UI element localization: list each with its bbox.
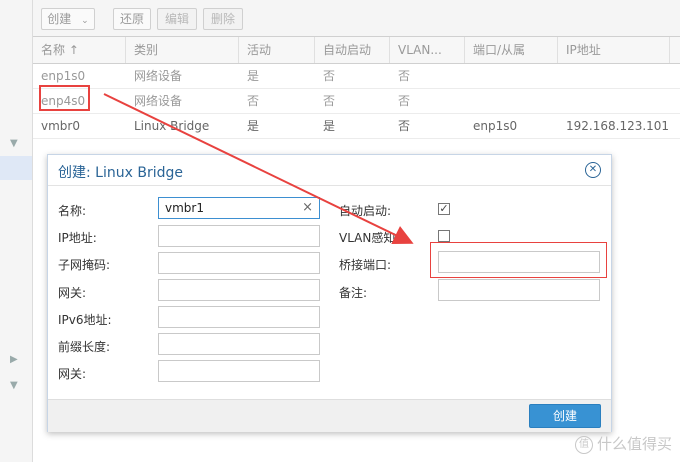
ipv6-field[interactable] bbox=[158, 306, 320, 328]
column-header-ip[interactable]: IP地址 bbox=[558, 37, 670, 63]
row-ports: enp1s0 bbox=[473, 119, 518, 133]
subnet-field[interactable] bbox=[158, 252, 320, 274]
chevron-down-icon: ⌄ bbox=[81, 16, 89, 26]
comment-label: 备注: bbox=[339, 286, 368, 300]
table-row[interactable]: enp4s0 网络设备 否 否 否 bbox=[33, 89, 680, 114]
delete-button[interactable]: 删除 bbox=[203, 8, 243, 30]
create-label: 创建 bbox=[47, 12, 72, 26]
row-active: 否 bbox=[247, 94, 260, 108]
create-linux-bridge-dialog: 创建: Linux Bridge ✕ 名称: vmbr1 × IP地址: 子网掩… bbox=[47, 154, 612, 432]
highlight-box-bridge-ports bbox=[430, 242, 607, 278]
watermark-text: 什么值得买 bbox=[596, 435, 672, 453]
row-autostart: 否 bbox=[323, 69, 336, 83]
prefix-field[interactable] bbox=[158, 333, 320, 355]
column-header-ports[interactable]: 端口/从属 bbox=[465, 37, 558, 63]
gateway6-field[interactable] bbox=[158, 360, 320, 382]
close-icon[interactable]: ✕ bbox=[585, 162, 601, 178]
row-ip: 192.168.123.101 bbox=[566, 119, 670, 133]
row-type: 网络设备 bbox=[134, 94, 183, 108]
highlight-box-enp4s0 bbox=[39, 85, 90, 111]
gateway-field[interactable] bbox=[158, 279, 320, 301]
ipv6-label: IPv6地址: bbox=[58, 313, 112, 327]
row-vlan: 否 bbox=[398, 94, 411, 108]
chevron-right-icon[interactable]: ▶ bbox=[10, 354, 18, 365]
grid-header: 名称 ↑ 类别 活动 自动启动 VLAN... 端口/从属 IP地址 bbox=[33, 37, 680, 64]
vlan-aware-label: VLAN感知: bbox=[339, 231, 400, 245]
revert-button[interactable]: 还原 bbox=[113, 8, 151, 30]
chevron-down-icon[interactable]: ▼ bbox=[10, 138, 18, 149]
dialog-footer: 创建 bbox=[48, 399, 611, 432]
prefix-label: 前缀长度: bbox=[58, 340, 111, 354]
row-type: 网络设备 bbox=[134, 69, 183, 83]
toolbar: 创建 ⌄ 还原 编辑 删除 bbox=[33, 0, 680, 37]
clear-icon[interactable]: × bbox=[302, 198, 313, 218]
ip-field[interactable] bbox=[158, 225, 320, 247]
gateway6-label: 网关: bbox=[58, 367, 87, 381]
watermark-icon: 值 bbox=[574, 435, 593, 454]
create-dropdown-button[interactable]: 创建 ⌄ bbox=[41, 8, 95, 30]
table-row[interactable]: enp1s0 网络设备 是 否 否 bbox=[33, 64, 680, 89]
name-label: 名称: bbox=[58, 204, 87, 218]
row-vlan: 否 bbox=[398, 119, 411, 133]
column-header-name[interactable]: 名称 ↑ bbox=[33, 37, 126, 63]
vlan-aware-checkbox[interactable] bbox=[438, 230, 450, 242]
sidebar-selected-item[interactable] bbox=[0, 156, 32, 180]
dialog-title: 创建: Linux Bridge bbox=[58, 165, 183, 181]
autostart-checkbox[interactable]: ✓ bbox=[438, 203, 450, 215]
chevron-down-icon[interactable]: ▼ bbox=[10, 380, 18, 391]
gateway-label: 网关: bbox=[58, 286, 87, 300]
name-field[interactable]: vmbr1 × bbox=[158, 197, 320, 219]
row-autostart: 否 bbox=[323, 94, 336, 108]
table-row[interactable]: vmbr0 Linux Bridge 是 是 否 enp1s0 192.168.… bbox=[33, 114, 680, 139]
comment-field[interactable] bbox=[438, 279, 600, 301]
network-grid: 名称 ↑ 类别 活动 自动启动 VLAN... 端口/从属 IP地址 enp1s… bbox=[33, 37, 680, 139]
row-active: 是 bbox=[247, 69, 260, 83]
column-header-type[interactable]: 类别 bbox=[126, 37, 239, 63]
name-value: vmbr1 bbox=[165, 201, 204, 215]
row-name: vmbr0 bbox=[41, 119, 80, 133]
dialog-header: 创建: Linux Bridge ✕ bbox=[48, 155, 611, 186]
row-type: Linux Bridge bbox=[134, 119, 210, 133]
subnet-label: 子网掩码: bbox=[58, 258, 111, 272]
bridge-ports-label: 桥接端口: bbox=[339, 258, 392, 272]
row-active: 是 bbox=[247, 119, 260, 133]
autostart-label: 自动启动: bbox=[339, 204, 392, 218]
create-button[interactable]: 创建 bbox=[529, 404, 601, 428]
left-sidebar: ▼ ▶ ▼ bbox=[0, 0, 33, 462]
column-header-autostart[interactable]: 自动启动 bbox=[315, 37, 390, 63]
watermark: 值什么值得买 bbox=[574, 433, 672, 454]
row-vlan: 否 bbox=[398, 69, 411, 83]
column-header-vlan[interactable]: VLAN... bbox=[390, 37, 465, 63]
ip-label: IP地址: bbox=[58, 231, 97, 245]
row-autostart: 是 bbox=[323, 119, 336, 133]
edit-button[interactable]: 编辑 bbox=[157, 8, 197, 30]
column-header-active[interactable]: 活动 bbox=[239, 37, 315, 63]
